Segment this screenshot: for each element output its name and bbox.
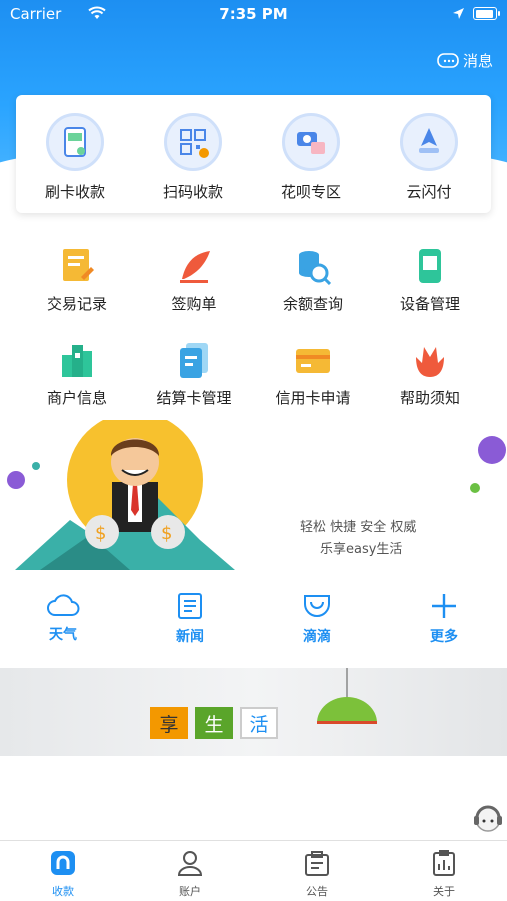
- tab-collect[interactable]: 收款: [0, 849, 126, 899]
- help-notice-icon: [416, 347, 444, 377]
- weather-label: 天气: [49, 627, 77, 643]
- qr-scan-label: 扫码收款: [162, 183, 223, 201]
- didi-label: 滴滴: [303, 629, 331, 645]
- card-swipe-icon: [46, 113, 104, 171]
- device-manage-label: 设备管理: [399, 295, 460, 313]
- cloud-pay-label: 云闪付: [406, 183, 452, 201]
- balance-query-icon: [299, 251, 331, 285]
- qr-scan-icon: [164, 113, 222, 171]
- tab-collect-label: 收款: [52, 885, 74, 898]
- card-swipe-label: 刷卡收款: [44, 183, 105, 201]
- life-tile-3: 活: [240, 707, 278, 739]
- svg-text:$: $: [161, 523, 172, 544]
- grid-item-balance-query[interactable]: 余额查询: [250, 243, 376, 314]
- status-bar: Carrier 7:35 PM: [0, 0, 507, 28]
- tab-about-label: 关于: [433, 885, 455, 898]
- transaction-record-label: 交易记录: [46, 295, 107, 313]
- message-icon: [437, 52, 459, 68]
- notice-icon: [305, 851, 329, 876]
- grid-item-credit-card-apply[interactable]: 信用卡申请: [250, 337, 376, 408]
- banner-slogan: 轻松 快捷 安全 权威: [300, 520, 417, 535]
- status-time: 7:35 PM: [219, 5, 288, 23]
- about-icon: [433, 850, 455, 876]
- quick-news-button[interactable]: 新闻: [127, 592, 253, 646]
- location-icon: [453, 8, 464, 19]
- tab-notice-label: 公告: [306, 885, 328, 898]
- card-swipe-button[interactable]: 刷卡收款: [16, 113, 134, 202]
- huabei-label: 花呗专区: [280, 183, 341, 201]
- sign-slip-icon: [180, 251, 210, 283]
- tab-bar: 收款 账户 公告 关于: [0, 840, 507, 901]
- cloud-pay-icon: [400, 113, 458, 171]
- huabei-button[interactable]: 花呗专区: [252, 113, 370, 202]
- sign-slip-label: 签购单: [171, 295, 217, 313]
- transaction-record-icon: [63, 249, 94, 281]
- help-notice-label: 帮助须知: [399, 389, 460, 407]
- news-label: 新闻: [176, 629, 204, 645]
- merchant-info-icon: [62, 345, 92, 377]
- plus-icon: [432, 594, 456, 618]
- home-icon: [51, 851, 75, 875]
- cloud-pay-button[interactable]: 云闪付: [370, 113, 488, 202]
- qr-scan-button[interactable]: 扫码收款: [134, 113, 252, 202]
- grid-item-help-notice[interactable]: 帮助须知: [367, 337, 493, 408]
- didi-icon: [304, 595, 330, 617]
- tab-about[interactable]: 关于: [381, 849, 507, 899]
- grid-item-merchant-info[interactable]: 商户信息: [14, 337, 140, 408]
- tab-notice[interactable]: 公告: [254, 849, 380, 899]
- message-label: 消息: [462, 52, 493, 70]
- huabei-icon: [282, 113, 340, 171]
- grid-item-settlement-card[interactable]: 结算卡管理: [131, 337, 257, 408]
- news-icon: [178, 593, 202, 619]
- payment-card: 刷卡收款 扫码收款 花呗专区 云闪付: [16, 95, 491, 213]
- svg-text:$: $: [95, 523, 106, 544]
- life-tile-1: 享: [150, 707, 188, 739]
- merchant-info-label: 商户信息: [46, 389, 107, 407]
- settlement-card-label: 结算卡管理: [156, 389, 232, 407]
- message-button[interactable]: 消息: [437, 50, 493, 71]
- quick-weather-button[interactable]: 天气: [0, 592, 126, 644]
- customer-service-icon[interactable]: [471, 801, 505, 835]
- pendant-lamp-icon: [317, 668, 377, 724]
- banner-illustration: $ $: [7, 420, 506, 570]
- more-label: 更多: [430, 629, 458, 645]
- weather-icon: [47, 594, 80, 616]
- quick-didi-button[interactable]: 滴滴: [254, 592, 380, 646]
- battery-icon: [473, 7, 500, 20]
- credit-card-apply-label: 信用卡申请: [275, 389, 351, 407]
- user-icon: [177, 851, 203, 876]
- quick-more-button[interactable]: 更多: [381, 592, 507, 646]
- credit-card-apply-icon: [296, 349, 330, 373]
- grid-item-device-manage[interactable]: 设备管理: [367, 243, 493, 314]
- balance-query-label: 余额查询: [282, 295, 343, 313]
- grid-item-transaction-record[interactable]: 交易记录: [14, 243, 140, 314]
- device-manage-icon: [419, 249, 441, 283]
- settlement-card-icon: [180, 343, 208, 378]
- tab-account[interactable]: 账户: [127, 849, 253, 899]
- life-tile-2: 生: [195, 707, 233, 739]
- grid-item-sign-slip[interactable]: 签购单: [131, 243, 257, 314]
- banner-subslogan: 乐享easy生活: [320, 542, 403, 557]
- tab-account-label: 账户: [179, 885, 201, 898]
